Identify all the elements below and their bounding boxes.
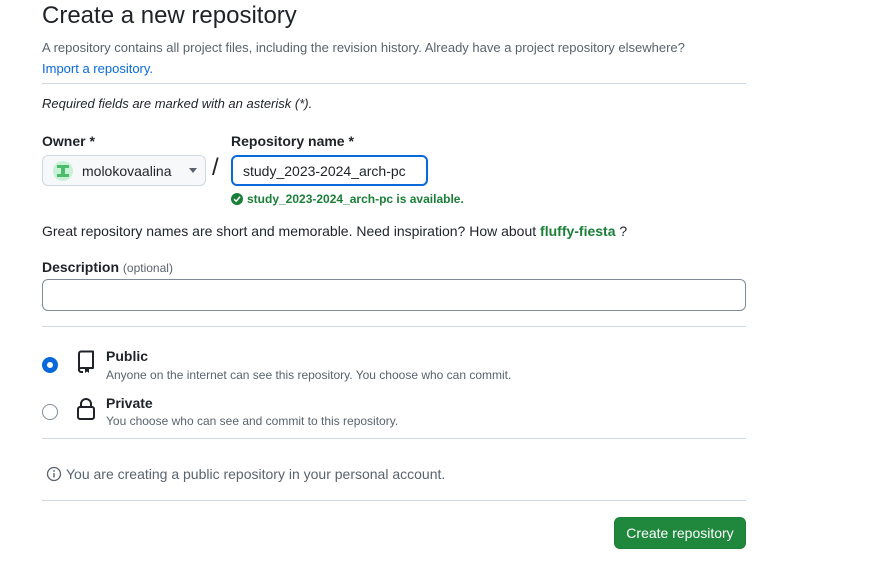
public-option-title[interactable]: Public bbox=[106, 348, 148, 364]
availability-text: study_2023-2024_arch-pc is available. bbox=[247, 192, 464, 206]
lock-icon bbox=[77, 398, 95, 420]
description-input[interactable] bbox=[42, 279, 746, 311]
owner-dropdown[interactable]: molokovaalina bbox=[42, 155, 206, 186]
avatar bbox=[53, 160, 73, 181]
public-radio[interactable] bbox=[42, 357, 58, 373]
identicon-icon bbox=[57, 164, 69, 177]
page-subtitle: A repository contains all project files,… bbox=[42, 37, 762, 79]
private-option-title[interactable]: Private bbox=[106, 395, 153, 411]
inspiration-end: ? bbox=[619, 223, 628, 239]
divider bbox=[42, 83, 746, 84]
inspiration-text: Great repository names are short and mem… bbox=[42, 223, 537, 239]
public-option-desc: Anyone on the internet can see this repo… bbox=[106, 368, 512, 382]
private-option-desc: You choose who can see and commit to thi… bbox=[106, 414, 399, 428]
private-radio[interactable] bbox=[42, 404, 58, 420]
optional-hint: (optional) bbox=[122, 261, 173, 275]
info-note: You are creating a public repository in … bbox=[46, 466, 445, 482]
divider bbox=[42, 326, 746, 327]
description-label: Description (optional) bbox=[42, 259, 173, 275]
owner-repo-separator: / bbox=[212, 154, 219, 181]
info-text: You are creating a public repository in … bbox=[66, 466, 446, 482]
owner-name: molokovaalina bbox=[82, 162, 172, 179]
divider bbox=[42, 438, 746, 439]
repository-name-input[interactable] bbox=[231, 155, 428, 186]
owner-label: Owner * bbox=[42, 133, 95, 149]
divider bbox=[42, 500, 746, 501]
repo-icon bbox=[78, 350, 94, 373]
create-repository-button[interactable]: Create repository bbox=[614, 517, 746, 549]
name-inspiration: Great repository names are short and mem… bbox=[42, 223, 627, 239]
page-title: Create a new repository bbox=[42, 2, 297, 29]
required-note: Required fields are marked with an aster… bbox=[42, 96, 313, 111]
check-circle-icon bbox=[231, 193, 243, 205]
suggested-name-link[interactable]: fluffy-fiesta bbox=[540, 223, 615, 239]
chevron-down-icon bbox=[189, 168, 197, 173]
import-repository-link[interactable]: Import a repository. bbox=[42, 61, 153, 76]
info-icon bbox=[46, 466, 62, 482]
availability-message: study_2023-2024_arch-pc is available. bbox=[231, 192, 464, 206]
description-label-text: Description bbox=[42, 259, 120, 275]
subtitle-text: A repository contains all project files,… bbox=[42, 40, 685, 55]
repository-name-label: Repository name * bbox=[231, 133, 354, 149]
